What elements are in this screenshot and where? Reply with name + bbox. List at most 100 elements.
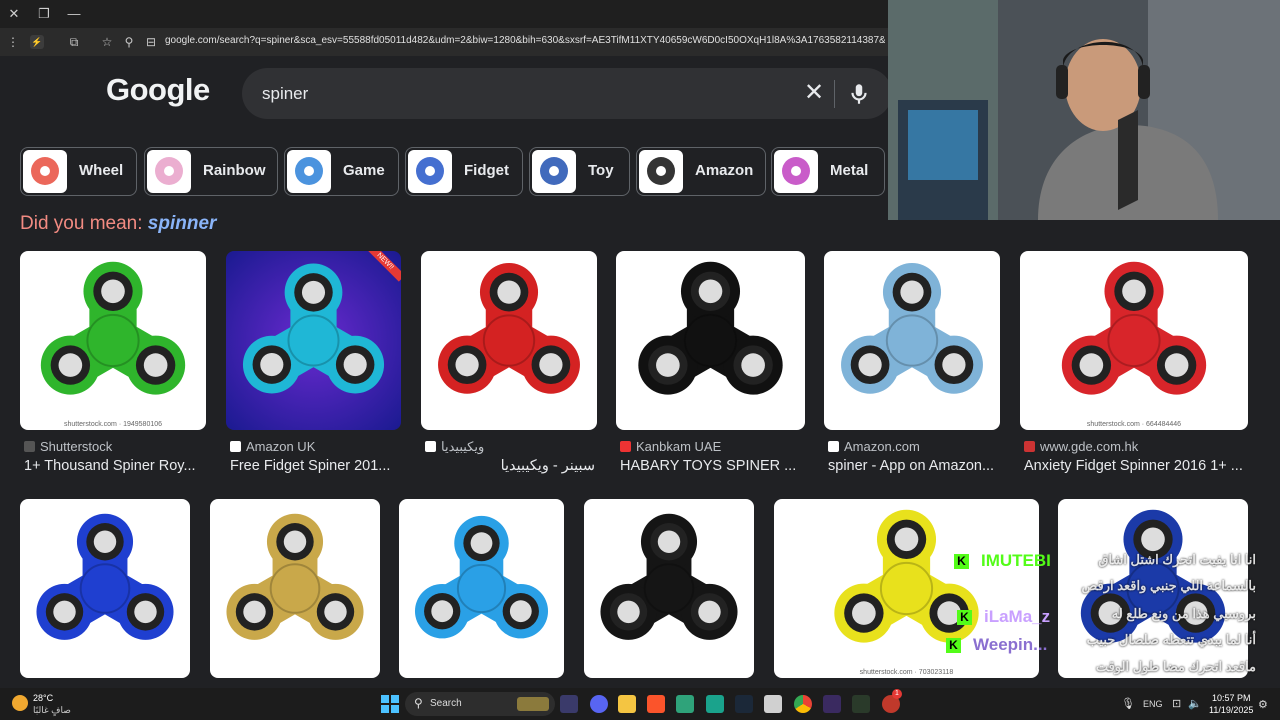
- site-info-icon[interactable]: ⊟: [142, 33, 160, 51]
- result-thumbnail[interactable]: [399, 499, 564, 678]
- app-icon-4[interactable]: [764, 695, 782, 713]
- result-source-name: www.gde.com.hk: [1040, 439, 1139, 454]
- chip-label: Game: [343, 162, 385, 179]
- chrome-icon[interactable]: [794, 695, 812, 713]
- clock-time[interactable]: 10:57 PM: [1212, 693, 1251, 703]
- app-icon-3[interactable]: [706, 695, 724, 713]
- result-thumbnail[interactable]: NEW!!: [226, 251, 401, 430]
- network-icon[interactable]: ⊡: [1172, 697, 1181, 710]
- windows-taskbar: 28°C صافٍ غالبًا ⚲ Search 1 🎙 ENG ⊡ 🔈 10…: [0, 688, 1280, 720]
- chip-rainbow[interactable]: Rainbow: [144, 147, 278, 196]
- zoom-icon[interactable]: ⚲: [120, 33, 138, 51]
- language-indicator[interactable]: ENG: [1143, 699, 1163, 709]
- chip-label: Wheel: [79, 162, 124, 179]
- image-result-card[interactable]: shutterstock.com · 664484446 www.gde.com.…: [1020, 251, 1248, 476]
- result-thumbnail[interactable]: [421, 251, 597, 430]
- image-result-card[interactable]: Amazon.com spiner - App on Amazon...: [824, 251, 1000, 476]
- watermark-text: shutterstock.com · 703023118: [859, 669, 954, 676]
- result-title[interactable]: Anxiety Fidget Spinner 2016 1+ ...: [1024, 458, 1246, 474]
- result-title[interactable]: 1+ Thousand Spiner Roy...: [24, 458, 204, 474]
- chip-label: Amazon: [695, 162, 754, 179]
- chat-message: بروسيي هذا من ونع طلع له: [1111, 606, 1256, 621]
- mic-tray-icon[interactable]: 🎙: [1121, 697, 1135, 710]
- image-result-card[interactable]: [584, 499, 754, 678]
- result-thumbnail[interactable]: [20, 499, 190, 678]
- restore-window-icon[interactable]: ❐: [34, 4, 54, 24]
- image-result-card[interactable]: [20, 499, 190, 678]
- notification-bell-icon[interactable]: ⚙: [1258, 698, 1268, 711]
- app-icon-1[interactable]: [560, 695, 578, 713]
- result-thumbnail[interactable]: [824, 251, 1000, 430]
- chip-wheel[interactable]: Wheel: [20, 147, 137, 196]
- site-favicon-icon: [24, 441, 35, 452]
- chip-amazon[interactable]: Amazon: [636, 147, 766, 196]
- did-you-mean-label: Did you mean:: [20, 213, 143, 234]
- volume-icon[interactable]: 🔈: [1188, 697, 1202, 710]
- close-window-icon[interactable]: ✕: [4, 4, 24, 24]
- kick-badge-icon: K: [946, 638, 961, 653]
- result-title[interactable]: spiner - App on Amazon...: [828, 458, 998, 474]
- minimize-window-icon[interactable]: —: [64, 4, 84, 24]
- image-result-card[interactable]: ويكيبيديا سبينر - ويكيبيديا: [421, 251, 597, 476]
- search-divider: [834, 80, 835, 108]
- clear-search-icon[interactable]: ✕: [799, 78, 829, 107]
- weather-temp[interactable]: 28°C: [33, 693, 53, 703]
- chip-thumbnail: [147, 150, 191, 193]
- menu-dots-icon[interactable]: ⋮: [4, 33, 22, 51]
- chip-metal[interactable]: Metal: [771, 147, 885, 196]
- result-source[interactable]: Amazon.com: [828, 439, 920, 454]
- result-source[interactable]: Kanbkam UAE: [620, 439, 721, 454]
- google-logo[interactable]: Google: [106, 72, 210, 108]
- chip-fidget[interactable]: Fidget: [405, 147, 523, 196]
- taskbar-search[interactable]: ⚲ Search: [405, 692, 555, 716]
- microphone-icon[interactable]: [846, 81, 872, 107]
- result-thumbnail[interactable]: [584, 499, 754, 678]
- url-text[interactable]: google.com/search?q=spiner&sca_esv=55588…: [165, 35, 885, 46]
- image-result-card[interactable]: NEW!! Amazon UK Free Fidget Spiner 201...: [226, 251, 401, 476]
- chip-toy[interactable]: Toy: [529, 147, 630, 196]
- discord-icon[interactable]: [590, 695, 608, 713]
- extension-icon[interactable]: ⚡: [30, 35, 44, 49]
- search-input[interactable]: spiner: [262, 84, 308, 104]
- site-favicon-icon: [1024, 441, 1035, 452]
- result-source[interactable]: www.gde.com.hk: [1024, 439, 1138, 454]
- windows-start-icon[interactable]: [381, 695, 399, 713]
- image-result-card[interactable]: Kanbkam UAE HABARY TOYS SPINER ...: [616, 251, 805, 476]
- search-icon: ⚲: [414, 696, 423, 710]
- result-source[interactable]: Shutterstock: [24, 439, 112, 454]
- did-you-mean-link[interactable]: spinner: [148, 213, 217, 234]
- chip-label: Toy: [588, 162, 614, 179]
- app-icon-2[interactable]: [676, 695, 694, 713]
- star-icon[interactable]: ☆: [98, 33, 116, 51]
- puzzle-icon[interactable]: ⧉: [65, 33, 83, 51]
- result-thumbnail[interactable]: shutterstock.com · 1949580106: [20, 251, 206, 430]
- brave-icon[interactable]: [647, 695, 665, 713]
- image-result-card[interactable]: [399, 499, 564, 678]
- chat-message: بالسماعة اللي جنبي واقعد ارقص: [1081, 578, 1256, 593]
- image-result-card[interactable]: [210, 499, 380, 678]
- clock-date[interactable]: 11/19/2025: [1209, 705, 1253, 715]
- chip-game[interactable]: Game: [284, 147, 399, 196]
- result-thumbnail[interactable]: [616, 251, 805, 430]
- result-thumbnail[interactable]: shutterstock.com · 664484446: [1020, 251, 1248, 430]
- result-source[interactable]: Amazon UK: [230, 439, 315, 454]
- app-icon-6[interactable]: [852, 695, 870, 713]
- app-icon-7[interactable]: 1: [882, 689, 902, 713]
- search-box[interactable]: spiner ✕: [242, 68, 892, 119]
- result-title[interactable]: HABARY TOYS SPINER ...: [620, 458, 803, 474]
- chip-label: Metal: [830, 162, 869, 179]
- result-title[interactable]: سبينر - ويكيبيديا: [425, 458, 595, 474]
- app-icon-5[interactable]: [823, 695, 841, 713]
- result-source[interactable]: ويكيبيديا: [425, 439, 484, 455]
- chat-username-text: Weepin...: [973, 635, 1048, 654]
- result-thumbnail[interactable]: [210, 499, 380, 678]
- file-explorer-icon[interactable]: [618, 695, 636, 713]
- page-scrollbar[interactable]: [1270, 220, 1280, 688]
- notification-badge: 1: [892, 689, 902, 699]
- chat-message: انا انا يفيت اتحرك اشتل اشاق: [1098, 552, 1256, 567]
- result-title[interactable]: Free Fidget Spiner 201...: [230, 458, 399, 474]
- site-favicon-icon: [620, 441, 631, 452]
- steam-icon[interactable]: [735, 695, 753, 713]
- image-result-card[interactable]: shutterstock.com · 1949580106 Shutterstoc…: [20, 251, 206, 476]
- weather-icon[interactable]: [12, 695, 28, 711]
